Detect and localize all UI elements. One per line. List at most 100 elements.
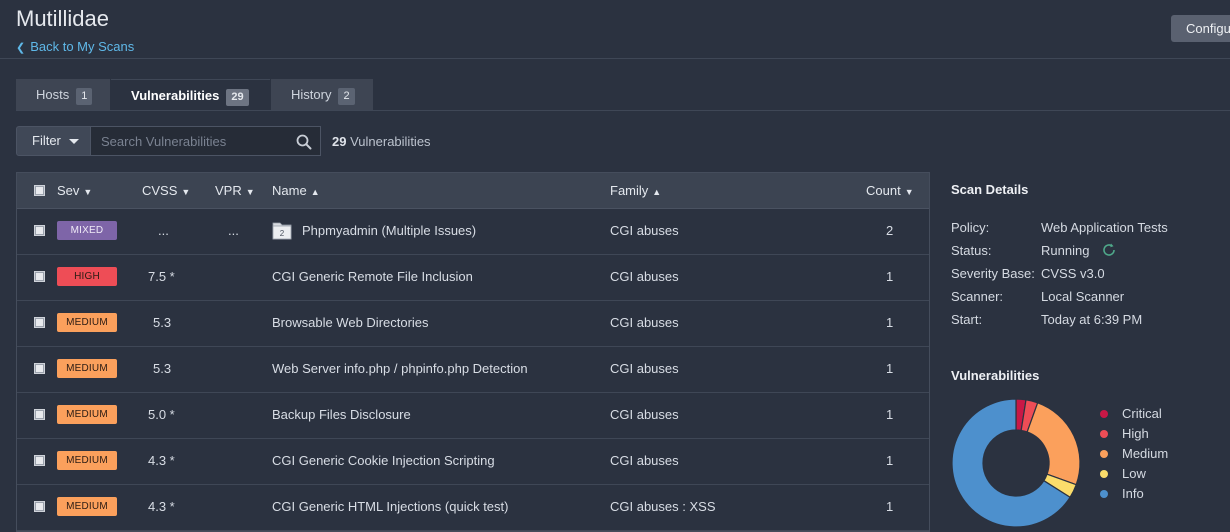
- tab-history-label: History: [291, 87, 332, 102]
- row-checkbox[interactable]: [34, 409, 45, 420]
- tab-vulnerabilities-count: 29: [226, 89, 249, 106]
- column-vpr-label: VPR: [215, 183, 242, 198]
- cvss-value: 4.3 *: [148, 499, 175, 514]
- legend-dot: [1100, 490, 1108, 498]
- detail-label: Policy:: [951, 220, 990, 235]
- table-row[interactable]: MEDIUM 4.3 * CGI Generic HTML Injections…: [17, 484, 929, 531]
- severity-badge: MEDIUM: [57, 313, 117, 332]
- family-value: CGI abuses : XSS: [610, 499, 716, 514]
- legend-dot: [1100, 450, 1108, 458]
- severity-badge: MIXED: [57, 221, 117, 240]
- scan-details-title: Scan Details: [951, 182, 1029, 197]
- sort-up-icon: ▲: [652, 187, 662, 197]
- row-checkbox[interactable]: [34, 317, 45, 328]
- cvss-value: 4.3 *: [148, 453, 175, 468]
- tab-vulnerabilities[interactable]: Vulnerabilities 29: [111, 79, 270, 111]
- chevron-left-icon: ❮: [16, 42, 26, 54]
- donut-slice-medium[interactable]: [1026, 402, 1081, 486]
- table-row[interactable]: HIGH 7.5 * CGI Generic Remote File Inclu…: [17, 254, 929, 301]
- cvss-value: 5.0 *: [148, 407, 175, 422]
- column-header-family[interactable]: Family ▲: [610, 183, 661, 198]
- count-value: 1: [886, 315, 894, 330]
- cvss-value: 5.3: [153, 315, 172, 330]
- count-value: 2: [886, 223, 894, 238]
- row-checkbox[interactable]: [34, 225, 45, 236]
- tabs-divider: [16, 110, 1230, 111]
- vulnerabilities-table: Sev ▼ CVSS ▼ VPR ▼ Name ▲ Family ▲ Count ▼ MIX…: [16, 172, 930, 532]
- back-to-scans-link[interactable]: ❮ Back to My Scans: [16, 39, 134, 54]
- filter-label: Filter: [32, 133, 61, 148]
- row-checkbox[interactable]: [34, 455, 45, 466]
- detail-label: Status:: [951, 243, 992, 258]
- family-value: CGI abuses: [610, 407, 679, 422]
- sort-down-icon: ▼: [904, 187, 914, 197]
- severity-badge: HIGH: [57, 267, 117, 286]
- search-input[interactable]: [91, 127, 286, 155]
- legend-label: Medium: [1122, 446, 1169, 461]
- search-icon[interactable]: [296, 134, 312, 150]
- vulnerabilities-donut-chart[interactable]: [951, 398, 1081, 528]
- page-header: Mutillidae ❮ Back to My Scans Configure: [0, 0, 1230, 59]
- refresh-icon: [1103, 243, 1115, 256]
- table-row[interactable]: MEDIUM 4.3 * CGI Generic Cookie Injectio…: [17, 438, 929, 485]
- cvss-value: ...: [158, 223, 169, 238]
- cvss-value: 5.3: [153, 361, 172, 376]
- table-header: Sev ▼ CVSS ▼ VPR ▼ Name ▲ Family ▲ Count ▼: [17, 173, 929, 209]
- legend-label: Low: [1122, 466, 1146, 481]
- plugin-name: Backup Files Disclosure: [272, 407, 411, 422]
- back-link-label: Back to My Scans: [30, 39, 135, 54]
- result-count-number: 29: [332, 134, 347, 149]
- count-value: 1: [886, 499, 894, 514]
- column-family-label: Family: [610, 183, 649, 198]
- tab-hosts[interactable]: Hosts 1: [16, 79, 110, 111]
- family-value: CGI abuses: [610, 223, 679, 238]
- plugin-name: Phpmyadmin (Multiple Issues): [302, 223, 477, 238]
- table-row[interactable]: MIXED ... ... 2 Phpmyadmin (Multiple Iss…: [17, 208, 929, 255]
- row-checkbox[interactable]: [34, 363, 45, 374]
- detail-value-policy: Web Application Tests: [1041, 220, 1168, 235]
- family-value: CGI abuses: [610, 269, 679, 284]
- severity-badge: MEDIUM: [57, 359, 117, 378]
- folder-icon: 2: [272, 222, 292, 240]
- row-checkbox[interactable]: [34, 501, 45, 512]
- detail-label: Start:: [951, 312, 983, 327]
- result-count: 29 Vulnerabilities: [332, 134, 431, 149]
- table-row[interactable]: MEDIUM 5.0 * Backup Files Disclosure CGI…: [17, 392, 929, 439]
- severity-badge: MEDIUM: [57, 497, 117, 516]
- sort-down-icon: ▼: [245, 187, 255, 197]
- legend-dot: [1100, 430, 1108, 438]
- detail-label: Severity Base:: [951, 266, 1035, 281]
- tab-history-count: 2: [338, 88, 355, 105]
- column-header-sev[interactable]: Sev ▼: [57, 183, 92, 198]
- page-title: Mutillidae: [16, 6, 109, 31]
- column-sev-label: Sev: [57, 183, 80, 198]
- configure-button[interactable]: Configure: [1171, 15, 1230, 42]
- select-all-checkbox[interactable]: [34, 185, 45, 196]
- vulnerabilities-chart-title: Vulnerabilities: [951, 368, 1040, 383]
- column-header-vpr[interactable]: VPR ▼: [215, 183, 255, 198]
- cvss-value: 7.5 *: [148, 269, 175, 284]
- filter-button[interactable]: Filter: [16, 126, 91, 156]
- detail-value-scanner: Local Scanner: [1041, 289, 1125, 304]
- column-header-name[interactable]: Name ▲: [272, 183, 320, 198]
- detail-value-severity-base: CVSS v3.0: [1041, 266, 1105, 281]
- plugin-name: Browsable Web Directories: [272, 315, 429, 330]
- search-box: [91, 126, 321, 156]
- column-header-count[interactable]: Count ▼: [866, 183, 914, 198]
- detail-label: Scanner:: [951, 289, 1004, 304]
- column-cvss-label: CVSS: [142, 183, 178, 198]
- count-value: 1: [886, 269, 894, 284]
- family-value: CGI abuses: [610, 315, 679, 330]
- row-checkbox[interactable]: [34, 271, 45, 282]
- group-count: 2: [280, 229, 285, 238]
- column-header-cvss[interactable]: CVSS ▼: [142, 183, 190, 198]
- legend-label: High: [1122, 426, 1149, 441]
- detail-value-start: Today at 6:39 PM: [1041, 312, 1143, 327]
- plugin-name: CGI Generic Cookie Injection Scripting: [272, 453, 495, 468]
- table-row[interactable]: MEDIUM 5.3 Browsable Web Directories CGI…: [17, 300, 929, 347]
- table-row[interactable]: MEDIUM 5.3 Web Server info.php / phpinfo…: [17, 346, 929, 393]
- detail-value-status: Running: [1041, 243, 1090, 258]
- tab-history[interactable]: History 2: [271, 79, 373, 111]
- tab-hosts-count: 1: [76, 88, 93, 105]
- count-value: 1: [886, 361, 894, 376]
